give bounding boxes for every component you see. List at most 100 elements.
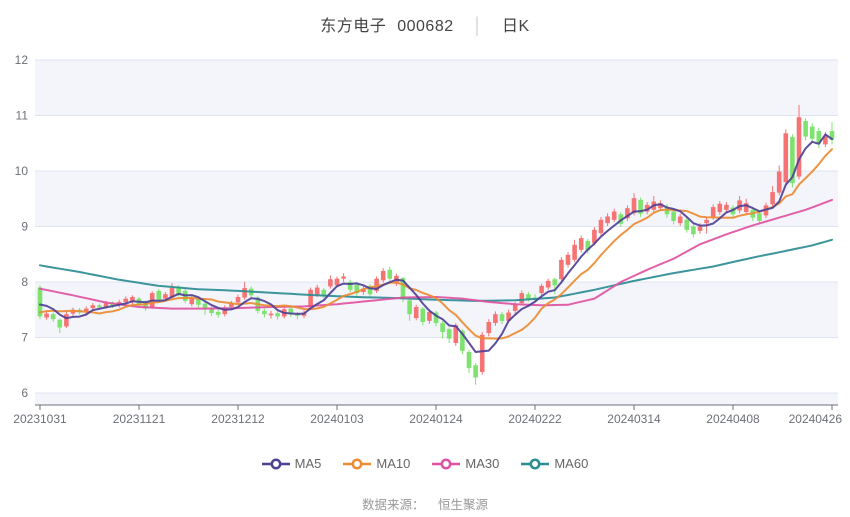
y-axis-label: 6	[21, 386, 28, 400]
candle-body	[275, 313, 280, 316]
kline-page: 东方电子 000682 │ 日K 67891011122023103120231…	[0, 0, 850, 517]
candle-body	[711, 207, 716, 217]
candle-body	[51, 314, 56, 319]
y-axis-label: 11	[16, 109, 29, 123]
x-axis-label: 20231121	[113, 412, 166, 426]
candle-body	[262, 311, 267, 314]
candle-body	[414, 307, 419, 318]
candle-body	[698, 227, 703, 231]
candle-body	[797, 117, 802, 176]
candle-body	[440, 323, 445, 332]
candle-body	[526, 294, 531, 298]
legend-label: MA60	[554, 456, 588, 471]
plot-band	[35, 282, 838, 338]
legend-label: MA10	[376, 456, 410, 471]
y-axis-label: 8	[21, 275, 28, 289]
candle-body	[566, 255, 571, 265]
candle-body	[447, 329, 452, 338]
legend-marker-icon	[262, 457, 290, 471]
kline-chart[interactable]: 6 7 8 9 10 11 12 20231031 20231121 20231212 202401…	[0, 0, 850, 450]
candle-body	[341, 276, 346, 278]
candle-body	[44, 314, 49, 318]
candle-body	[97, 305, 102, 307]
candle-body	[691, 227, 696, 235]
candle-body	[599, 220, 604, 233]
y-axis-label: 12	[15, 53, 29, 67]
legend-label: MA30	[465, 456, 499, 471]
candle-body	[559, 260, 564, 279]
source-label: 数据来源：	[362, 498, 425, 512]
candle-body	[803, 121, 808, 137]
plot-band	[35, 116, 838, 172]
candle-body	[572, 245, 577, 260]
y-axis-label: 7	[21, 331, 28, 345]
candle-body	[810, 127, 815, 139]
legend-item-ma60[interactable]: MA60	[521, 456, 588, 471]
x-axis-label: 20240314	[607, 412, 661, 426]
legend-marker-icon	[521, 457, 549, 471]
candle-body	[315, 288, 320, 295]
candle-body	[427, 312, 432, 321]
candle-body	[678, 217, 683, 224]
candle-body	[493, 314, 498, 323]
plot-band	[35, 227, 838, 283]
x-axis-label: 20240103	[310, 412, 364, 426]
candle-body	[579, 238, 584, 250]
x-axis-label: 20240124	[409, 412, 463, 426]
candle-body	[685, 220, 690, 230]
candle-body	[236, 297, 241, 303]
x-axis-label: 20231031	[13, 412, 67, 426]
candle-body	[407, 300, 412, 314]
x-axis-label: 20240222	[508, 412, 562, 426]
candle-body	[124, 299, 129, 302]
candle-body	[269, 314, 274, 316]
candle-body	[467, 352, 472, 368]
candle-body	[500, 314, 505, 321]
candle-body	[328, 279, 333, 286]
candle-body	[58, 320, 63, 328]
candle-body	[487, 322, 492, 333]
candle-body	[480, 335, 485, 372]
candle-body	[335, 279, 340, 286]
candle-body	[546, 281, 551, 288]
legend-marker-icon	[343, 457, 371, 471]
candle-body	[784, 133, 789, 182]
legend-marker-icon	[432, 457, 460, 471]
candle-body	[473, 365, 478, 377]
candle-body	[157, 291, 162, 300]
y-axis-label: 10	[15, 164, 29, 178]
candle-body	[242, 288, 247, 297]
candle-body	[520, 293, 525, 303]
candle-body	[671, 212, 676, 221]
candle-body	[91, 305, 96, 308]
x-axis-label: 20240426	[789, 412, 843, 426]
candle-body	[770, 192, 775, 204]
chart-legend: MA5 MA10 MA30 MA60	[0, 456, 850, 471]
candle-body	[777, 172, 782, 193]
x-axis-label: 20231212	[211, 412, 265, 426]
candle-body	[388, 270, 393, 279]
candle-body	[381, 271, 386, 280]
candle-body	[757, 213, 762, 221]
candle-body	[64, 314, 69, 326]
legend-item-ma10[interactable]: MA10	[343, 456, 410, 471]
legend-item-ma30[interactable]: MA30	[432, 456, 499, 471]
candle-body	[605, 217, 610, 224]
candle-body	[553, 279, 558, 285]
plot-band	[35, 60, 838, 116]
candle-body	[163, 294, 168, 298]
data-source: 数据来源： 恒生聚源	[0, 494, 850, 513]
candle-body	[612, 212, 617, 220]
x-axis-label: 20240408	[706, 412, 760, 426]
plot-band	[35, 338, 838, 394]
candle-body	[724, 205, 729, 210]
candle-body	[421, 309, 426, 322]
plot-band	[35, 393, 838, 405]
candle-body	[216, 312, 221, 315]
candle-body	[308, 290, 313, 308]
candle-body	[718, 204, 723, 212]
legend-item-ma5[interactable]: MA5	[262, 456, 322, 471]
source-name: 恒生聚源	[438, 498, 488, 512]
y-axis-label: 9	[21, 220, 28, 234]
candle-body	[704, 220, 709, 223]
